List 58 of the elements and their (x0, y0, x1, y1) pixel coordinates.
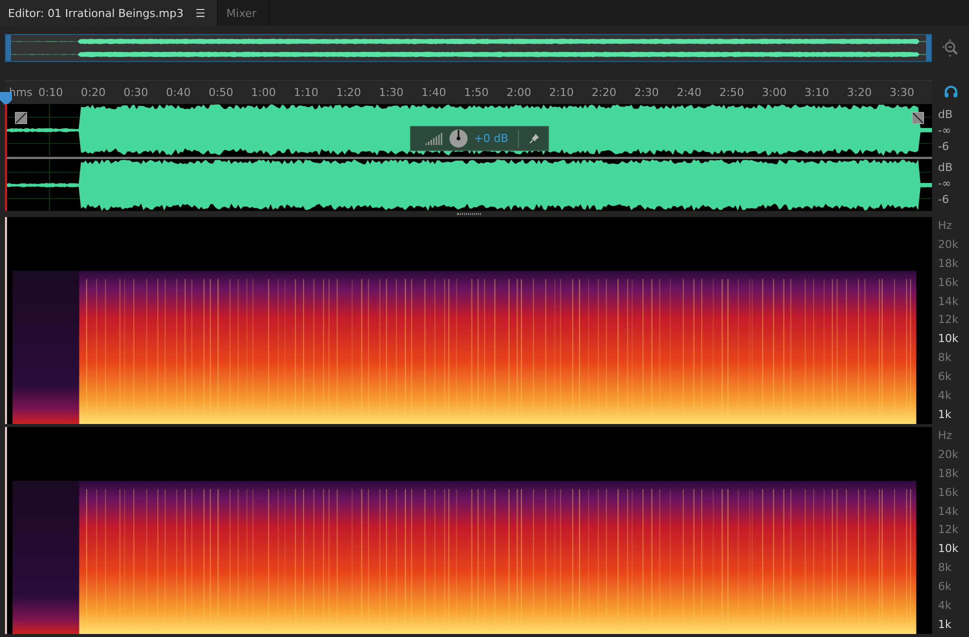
time-label: 2:40 (676, 86, 702, 99)
frequency-label: 6k (938, 370, 952, 384)
frequency-label: 14k (938, 504, 958, 519)
time-label: 2:30 (634, 86, 660, 99)
time-label: 2:00 (506, 86, 532, 99)
frequency-label: 6k (938, 580, 952, 594)
time-label: 1:30 (378, 86, 405, 99)
playhead-icon[interactable] (0, 92, 12, 106)
time-label: 1:10 (294, 86, 320, 99)
fade-in-handle-icon[interactable] (15, 112, 27, 124)
frequency-label: 10k (938, 542, 958, 556)
db-scale-label: -6 (938, 138, 950, 155)
frequency-label: 12k (938, 313, 958, 328)
frequency-label: 10k (938, 332, 958, 346)
frequency-label: 4k (938, 389, 952, 404)
frequency-label: 14k (938, 294, 958, 309)
headphones-icon[interactable] (944, 85, 958, 99)
editor-tab[interactable]: Editor: 01 Irrational Beings.mp3 ☰ (0, 0, 218, 26)
frequency-label: 8k (938, 351, 952, 366)
time-label: 2:50 (719, 86, 746, 99)
frequency-label: 1k (938, 408, 952, 422)
menu-icon[interactable]: ☰ (196, 6, 206, 20)
time-label: 2:10 (549, 86, 575, 99)
time-label: 2:20 (592, 86, 618, 99)
fade-out-handle-icon[interactable] (912, 112, 924, 124)
time-label: 0:40 (166, 86, 192, 99)
db-scale-label: -∞ (938, 122, 952, 139)
frequency-label: 16k (938, 276, 958, 290)
frequency-label: 12k (938, 523, 958, 538)
frequency-label: Hz (938, 219, 952, 233)
time-label: 1:20 (336, 86, 362, 99)
time-label: 0:30 (123, 86, 150, 99)
time-label: 1:40 (421, 86, 448, 99)
frequency-label: 18k (938, 466, 958, 481)
time-label: 1:50 (464, 86, 490, 99)
frequency-label: 4k (938, 599, 952, 614)
frequency-label: 20k (938, 238, 958, 252)
frequency-label: 8k (938, 561, 952, 576)
gain-knob-icon[interactable] (449, 129, 468, 148)
frequency-label: 20k (938, 448, 958, 462)
time-label: 3:00 (762, 86, 788, 99)
frequency-label: 18k (938, 256, 958, 271)
level-bars-icon (425, 132, 443, 144)
time-label: 0:50 (208, 86, 234, 99)
db-scale-label: -6 (938, 192, 950, 208)
db-scale-label: -∞ (938, 176, 952, 192)
db-scale-label: dB (938, 106, 953, 123)
time-label: 3:10 (804, 86, 830, 99)
time-label: 3:30 (890, 86, 916, 99)
pin-icon[interactable] (529, 133, 540, 144)
time-label: 3:20 (847, 86, 873, 99)
frequency-label: 16k (938, 486, 958, 500)
frequency-label: 1k (938, 618, 952, 632)
frequency-label: Hz (938, 429, 952, 443)
db-scale-label: dB (938, 160, 953, 176)
time-label: 1:00 (251, 86, 277, 99)
time-label: 0:10 (38, 86, 64, 99)
time-label: 0:20 (80, 86, 107, 99)
